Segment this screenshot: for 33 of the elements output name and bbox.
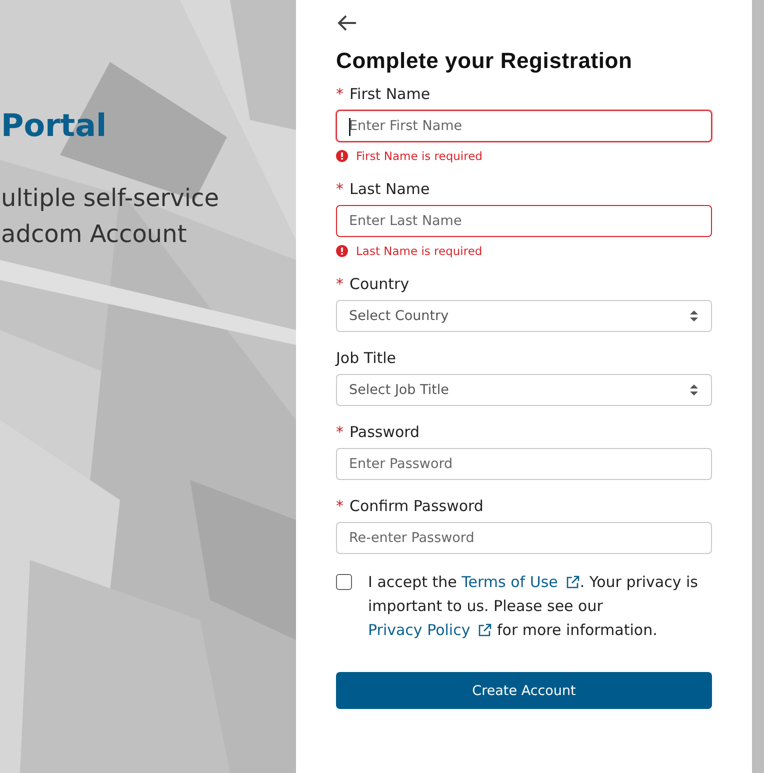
input-field[interactable]: Re-enter Password	[336, 522, 712, 554]
terms-text: I accept the Terms of Use . Your privacy is important to us. Please see our Privacy Policy for more information.	[368, 572, 699, 641]
link[interactable]: Privacy Policy	[368, 621, 492, 639]
input-field[interactable]: Enter Last Name	[336, 205, 712, 237]
field-label: * Last Name	[336, 179, 431, 199]
error-icon	[336, 150, 348, 162]
field-label: * First Name	[336, 84, 432, 104]
required-asterisk: *	[336, 180, 344, 198]
error-icon	[336, 245, 348, 257]
select-arrows-icon	[689, 383, 699, 397]
link[interactable]: Terms of Use	[462, 573, 580, 591]
hero-text: ultiple self-service	[0, 183, 219, 214]
external-link-icon	[478, 623, 492, 637]
error-message: First Name is required	[356, 149, 482, 163]
external-link-icon	[566, 575, 580, 589]
field-label: Job Title	[336, 348, 398, 368]
select-field[interactable]: Select Job Title	[336, 374, 712, 406]
select-arrows-icon	[689, 309, 699, 323]
create-account-button[interactable]: Create Account	[336, 672, 712, 709]
required-asterisk: *	[336, 497, 344, 515]
select-field[interactable]: Select Country	[336, 300, 712, 332]
field-label: * Country	[336, 274, 410, 294]
form-title: Complete your Registration	[336, 48, 634, 74]
hero-text: adcom Account	[0, 219, 187, 250]
required-asterisk: *	[336, 85, 344, 103]
input-field[interactable]: Enter Password	[336, 448, 712, 480]
error-message: Last Name is required	[356, 244, 482, 258]
field-label: * Password	[336, 422, 421, 442]
required-asterisk: *	[336, 275, 344, 293]
accept-checkbox[interactable]	[336, 574, 352, 590]
portal-title: Portal	[1, 108, 108, 144]
field-label: * Confirm Password	[336, 496, 484, 516]
required-asterisk: *	[336, 423, 344, 441]
